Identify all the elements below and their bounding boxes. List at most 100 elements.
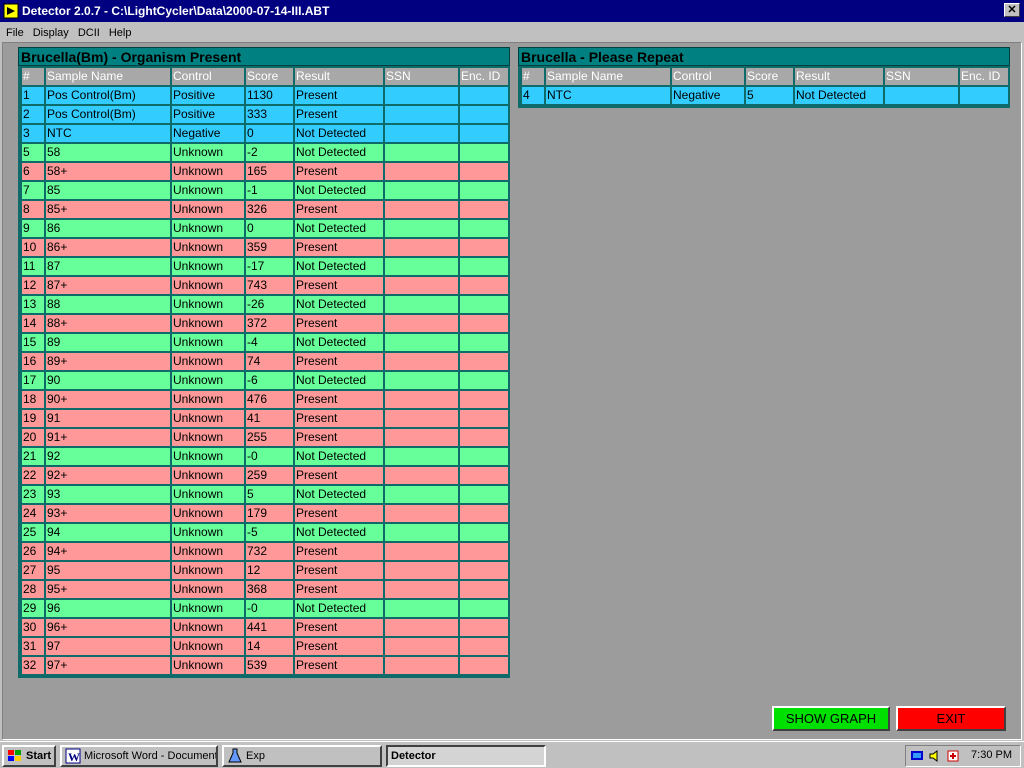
ssn-cell[interactable] xyxy=(383,617,460,638)
ssn-cell[interactable] xyxy=(383,123,460,144)
table-row[interactable]: 9 86 Unknown 0 Not Detected xyxy=(20,218,510,239)
table-row[interactable]: 2 Pos Control(Bm) Positive 333 Present xyxy=(20,104,510,125)
column-header[interactable]: Result xyxy=(293,66,385,87)
enc-id-cell[interactable] xyxy=(458,85,510,106)
ssn-cell[interactable] xyxy=(383,294,460,315)
enc-id-cell[interactable] xyxy=(458,256,510,277)
enc-id-cell[interactable] xyxy=(458,408,510,429)
ssn-cell[interactable] xyxy=(383,560,460,581)
enc-id-cell[interactable] xyxy=(458,579,510,600)
table-row[interactable]: 6 58+ Unknown 165 Present xyxy=(20,161,510,182)
exit-button[interactable]: EXIT xyxy=(896,706,1006,731)
table-row[interactable]: 31 97 Unknown 14 Present xyxy=(20,636,510,657)
ssn-cell[interactable] xyxy=(383,503,460,524)
enc-id-cell[interactable] xyxy=(458,351,510,372)
ssn-cell[interactable] xyxy=(383,655,460,676)
column-header[interactable]: Control xyxy=(670,66,746,87)
ssn-cell[interactable] xyxy=(383,275,460,296)
table-row[interactable]: 26 94+ Unknown 732 Present xyxy=(20,541,510,562)
taskbar-item-detector[interactable]: Detector xyxy=(386,745,546,767)
enc-id-cell[interactable] xyxy=(458,655,510,676)
enc-id-cell[interactable] xyxy=(458,389,510,410)
enc-id-cell[interactable] xyxy=(958,85,1010,106)
column-header[interactable]: Score xyxy=(744,66,795,87)
column-header[interactable]: # xyxy=(20,66,46,87)
ssn-cell[interactable] xyxy=(383,85,460,106)
ssn-cell[interactable] xyxy=(383,237,460,258)
ssn-cell[interactable] xyxy=(383,408,460,429)
ssn-cell[interactable] xyxy=(383,389,460,410)
ssn-cell[interactable] xyxy=(383,446,460,467)
ssn-cell[interactable] xyxy=(383,332,460,353)
table-row[interactable]: 21 92 Unknown -0 Not Detected xyxy=(20,446,510,467)
ssn-cell[interactable] xyxy=(383,142,460,163)
table-row[interactable]: 17 90 Unknown -6 Not Detected xyxy=(20,370,510,391)
table-row[interactable]: 19 91 Unknown 41 Present xyxy=(20,408,510,429)
table-row[interactable]: 20 91+ Unknown 255 Present xyxy=(20,427,510,448)
tray-app-icon[interactable] xyxy=(946,749,960,763)
table-row[interactable]: 3 NTC Negative 0 Not Detected xyxy=(20,123,510,144)
enc-id-cell[interactable] xyxy=(458,370,510,391)
column-header[interactable]: Control xyxy=(170,66,246,87)
column-header[interactable]: # xyxy=(520,66,546,87)
table-row[interactable]: 1 Pos Control(Bm) Positive 1130 Present xyxy=(20,85,510,106)
ssn-cell[interactable] xyxy=(383,598,460,619)
enc-id-cell[interactable] xyxy=(458,446,510,467)
ssn-cell[interactable] xyxy=(383,313,460,334)
column-header[interactable]: Sample Name xyxy=(544,66,672,87)
column-header[interactable]: Enc. ID xyxy=(958,66,1010,87)
column-header[interactable]: Enc. ID xyxy=(458,66,510,87)
ssn-cell[interactable] xyxy=(383,256,460,277)
ssn-cell[interactable] xyxy=(383,199,460,220)
ssn-cell[interactable] xyxy=(383,579,460,600)
ssn-cell[interactable] xyxy=(383,161,460,182)
ssn-cell[interactable] xyxy=(383,465,460,486)
enc-id-cell[interactable] xyxy=(458,237,510,258)
network-icon[interactable] xyxy=(910,749,924,763)
enc-id-cell[interactable] xyxy=(458,332,510,353)
taskbar-item-word[interactable]: W Microsoft Word - Document1 xyxy=(60,745,218,767)
start-button[interactable]: Start xyxy=(2,745,56,767)
enc-id-cell[interactable] xyxy=(458,313,510,334)
enc-id-cell[interactable] xyxy=(458,617,510,638)
table-row[interactable]: 12 87+ Unknown 743 Present xyxy=(20,275,510,296)
table-row[interactable]: 13 88 Unknown -26 Not Detected xyxy=(20,294,510,315)
table-row[interactable]: 10 86+ Unknown 359 Present xyxy=(20,237,510,258)
menu-display[interactable]: Display xyxy=(33,27,69,39)
menu-help[interactable]: Help xyxy=(109,27,132,39)
column-header[interactable]: Score xyxy=(244,66,295,87)
ssn-cell[interactable] xyxy=(383,484,460,505)
ssn-cell[interactable] xyxy=(883,85,960,106)
enc-id-cell[interactable] xyxy=(458,294,510,315)
menu-file[interactable]: File xyxy=(6,27,24,39)
enc-id-cell[interactable] xyxy=(458,522,510,543)
enc-id-cell[interactable] xyxy=(458,142,510,163)
enc-id-cell[interactable] xyxy=(458,199,510,220)
table-row[interactable]: 30 96+ Unknown 441 Present xyxy=(20,617,510,638)
enc-id-cell[interactable] xyxy=(458,541,510,562)
table-row[interactable]: 18 90+ Unknown 476 Present xyxy=(20,389,510,410)
enc-id-cell[interactable] xyxy=(458,598,510,619)
table-row[interactable]: 24 93+ Unknown 179 Present xyxy=(20,503,510,524)
speaker-icon[interactable] xyxy=(928,749,942,763)
enc-id-cell[interactable] xyxy=(458,123,510,144)
enc-id-cell[interactable] xyxy=(458,104,510,125)
menu-dcii[interactable]: DCII xyxy=(78,27,100,39)
column-header[interactable]: Result xyxy=(793,66,885,87)
close-button[interactable]: ✕ xyxy=(1004,3,1020,17)
ssn-cell[interactable] xyxy=(383,218,460,239)
column-header[interactable]: SSN xyxy=(383,66,460,87)
table-row[interactable]: 22 92+ Unknown 259 Present xyxy=(20,465,510,486)
table-row[interactable]: 4 NTC Negative 5 Not Detected xyxy=(520,85,1010,106)
ssn-cell[interactable] xyxy=(383,104,460,125)
enc-id-cell[interactable] xyxy=(458,560,510,581)
table-row[interactable]: 11 87 Unknown -17 Not Detected xyxy=(20,256,510,277)
ssn-cell[interactable] xyxy=(383,427,460,448)
taskbar-item-exp[interactable]: Exp xyxy=(222,745,382,767)
enc-id-cell[interactable] xyxy=(458,465,510,486)
column-header[interactable]: Sample Name xyxy=(44,66,172,87)
show-graph-button[interactable]: SHOW GRAPH xyxy=(772,706,890,731)
ssn-cell[interactable] xyxy=(383,180,460,201)
ssn-cell[interactable] xyxy=(383,636,460,657)
table-row[interactable]: 28 95+ Unknown 368 Present xyxy=(20,579,510,600)
